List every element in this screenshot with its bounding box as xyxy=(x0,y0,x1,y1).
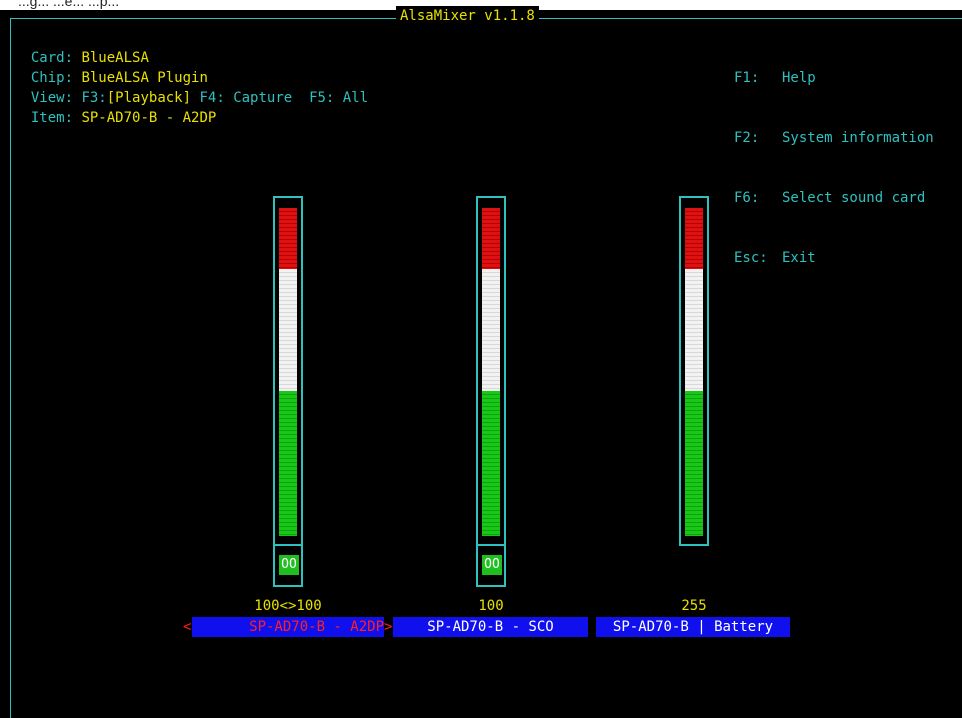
key-help-f1[interactable]: F1: Help xyxy=(734,68,934,88)
key-esc: Esc: xyxy=(734,250,768,266)
key-f1-desc: Help xyxy=(782,70,816,86)
channel-a2dp-level: 100<>100 xyxy=(254,598,322,614)
channel-left-arrow: < xyxy=(183,619,192,635)
channel-sco-mute-label: OO xyxy=(482,555,502,575)
channel-sco-mute-toggle[interactable]: OO xyxy=(476,545,506,587)
view-all-tab[interactable]: F5: All xyxy=(309,90,368,106)
channel-a2dp-volume-slider[interactable] xyxy=(273,196,303,546)
key-f6-desc: Select sound card xyxy=(782,190,926,206)
item-value: SP-AD70-B - A2DP xyxy=(81,110,217,126)
key-esc-desc: Exit xyxy=(782,250,816,266)
key-help-list: F1: Help F2: System information F6: Select … xyxy=(734,28,934,288)
channel-right-arrow: > xyxy=(384,619,393,635)
app-title: AlsaMixer v1.1.8 xyxy=(396,6,539,26)
channel-a2dp-name[interactable]: SP-AD70-B - A2DP xyxy=(192,617,384,637)
item-label: Item: xyxy=(30,110,74,126)
channel-battery-name[interactable]: SP-AD70-B | Battery xyxy=(596,617,790,637)
channel-a2dp-volume-fill xyxy=(279,208,297,536)
channel-sco-volume-slider[interactable] xyxy=(476,196,506,546)
item-info-row: Item: SP-AD70-B - A2DP xyxy=(14,88,216,128)
key-f2: F2: xyxy=(734,130,760,146)
key-help-esc[interactable]: Esc: Exit xyxy=(734,248,934,268)
channel-sco-name[interactable]: SP-AD70-B - SCO xyxy=(393,617,588,637)
key-f2-desc: System information xyxy=(782,130,934,146)
channel-battery-volume-slider[interactable] xyxy=(679,196,709,546)
channel-a2dp-mute-toggle[interactable]: OO xyxy=(273,545,303,587)
key-f6: F6: xyxy=(734,190,760,206)
key-help-f6[interactable]: F6: Select sound card xyxy=(734,188,934,208)
window-title-fragment: ...g... ...e... ...p... xyxy=(18,0,120,9)
key-f1: F1: xyxy=(734,70,760,86)
channel-sco-level: 100 xyxy=(478,598,504,614)
channel-a2dp-mute-label: OO xyxy=(279,555,299,575)
channel-sco-volume-fill xyxy=(482,208,500,536)
channel-battery-level: 255 xyxy=(681,598,707,614)
key-help-f2[interactable]: F2: System information xyxy=(734,128,934,148)
channel-battery-volume-fill xyxy=(685,208,703,536)
